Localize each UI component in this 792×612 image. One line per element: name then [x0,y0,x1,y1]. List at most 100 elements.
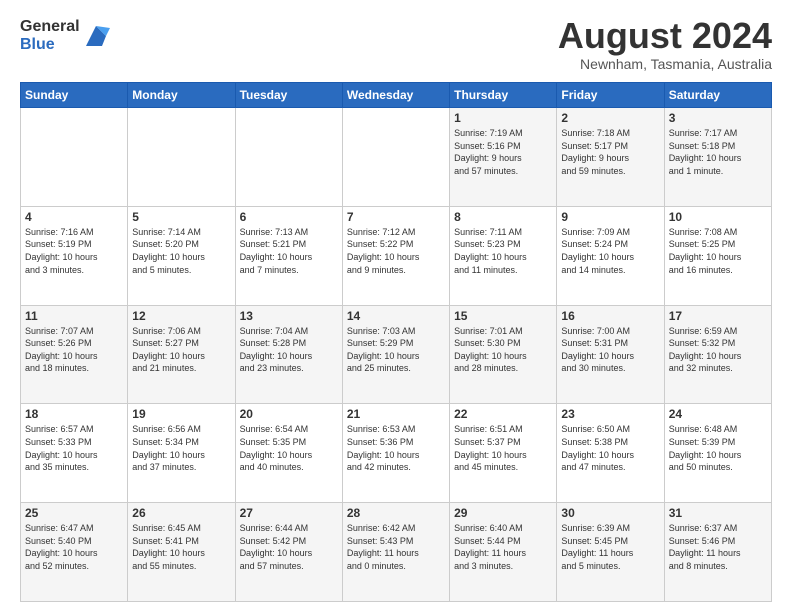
day-cell: 22 Sunrise: 6:51 AM Sunset: 5:37 PM Dayli… [450,404,557,503]
day-number: 8 [454,210,552,224]
day-info: Sunrise: 7:11 AM Sunset: 5:23 PM Dayligh… [454,226,552,276]
day-cell: 30 Sunrise: 6:39 AM Sunset: 5:45 PM Dayli… [557,503,664,602]
day-info: Sunrise: 6:50 AM Sunset: 5:38 PM Dayligh… [561,423,659,473]
day-number: 25 [25,506,123,520]
day-cell [235,108,342,207]
day-info: Sunrise: 7:07 AM Sunset: 5:26 PM Dayligh… [25,325,123,375]
day-cell: 26Sunrise: 6:45 AM Sunset: 5:41 PM Dayli… [128,503,235,602]
day-cell: 10 Sunrise: 7:08 AM Sunset: 5:25 PM Dayli… [664,206,771,305]
day-info: Sunrise: 7:16 AM Sunset: 5:19 PM Dayligh… [25,226,123,276]
day-info: Sunrise: 7:08 AM Sunset: 5:25 PM Dayligh… [669,226,767,276]
day-cell: 12 Sunrise: 7:06 AM Sunset: 5:27 PM Dayli… [128,305,235,404]
day-info: Sunrise: 6:51 AM Sunset: 5:37 PM Dayligh… [454,423,552,473]
day-info: Sunrise: 7:19 AM Sunset: 5:16 PM Dayligh… [454,127,552,177]
day-number: 7 [347,210,445,224]
day-info: Sunrise: 7:13 AM Sunset: 5:21 PM Dayligh… [240,226,338,276]
week-row-1: 4 Sunrise: 7:16 AM Sunset: 5:19 PM Daylig… [21,206,772,305]
day-cell: 2Sunrise: 7:18 AM Sunset: 5:17 PM Daylig… [557,108,664,207]
day-info: Sunrise: 7:17 AM Sunset: 5:18 PM Dayligh… [669,127,767,177]
day-info: Sunrise: 6:47 AM Sunset: 5:40 PM Dayligh… [25,522,123,572]
day-info: Sunrise: 6:48 AM Sunset: 5:39 PM Dayligh… [669,423,767,473]
day-number: 18 [25,407,123,421]
day-number: 16 [561,309,659,323]
day-number: 6 [240,210,338,224]
logo-text: General Blue [20,18,80,53]
day-info: Sunrise: 6:40 AM Sunset: 5:44 PM Dayligh… [454,522,552,572]
logo: General Blue [20,18,110,53]
day-number: 10 [669,210,767,224]
day-number: 26 [132,506,230,520]
day-number: 17 [669,309,767,323]
month-year: August 2024 [558,18,772,54]
day-info: Sunrise: 6:53 AM Sunset: 5:36 PM Dayligh… [347,423,445,473]
day-cell: 28Sunrise: 6:42 AM Sunset: 5:43 PM Dayli… [342,503,449,602]
day-number: 22 [454,407,552,421]
day-info: Sunrise: 6:59 AM Sunset: 5:32 PM Dayligh… [669,325,767,375]
day-number: 23 [561,407,659,421]
day-info: Sunrise: 7:00 AM Sunset: 5:31 PM Dayligh… [561,325,659,375]
header-friday: Friday [557,83,664,108]
day-info: Sunrise: 7:04 AM Sunset: 5:28 PM Dayligh… [240,325,338,375]
day-info: Sunrise: 6:39 AM Sunset: 5:45 PM Dayligh… [561,522,659,572]
day-number: 14 [347,309,445,323]
day-info: Sunrise: 6:44 AM Sunset: 5:42 PM Dayligh… [240,522,338,572]
header-monday: Monday [128,83,235,108]
day-cell: 16 Sunrise: 7:00 AM Sunset: 5:31 PM Dayli… [557,305,664,404]
day-number: 30 [561,506,659,520]
day-info: Sunrise: 7:14 AM Sunset: 5:20 PM Dayligh… [132,226,230,276]
day-cell: 13 Sunrise: 7:04 AM Sunset: 5:28 PM Dayli… [235,305,342,404]
day-number: 2 [561,111,659,125]
day-number: 4 [25,210,123,224]
day-cell: 11Sunrise: 7:07 AM Sunset: 5:26 PM Dayli… [21,305,128,404]
day-number: 19 [132,407,230,421]
day-cell: 8 Sunrise: 7:11 AM Sunset: 5:23 PM Daylig… [450,206,557,305]
day-info: Sunrise: 6:42 AM Sunset: 5:43 PM Dayligh… [347,522,445,572]
day-number: 27 [240,506,338,520]
day-cell: 17 Sunrise: 6:59 AM Sunset: 5:32 PM Dayli… [664,305,771,404]
day-cell: 7Sunrise: 7:12 AM Sunset: 5:22 PM Daylig… [342,206,449,305]
day-info: Sunrise: 6:56 AM Sunset: 5:34 PM Dayligh… [132,423,230,473]
day-number: 5 [132,210,230,224]
header-saturday: Saturday [664,83,771,108]
day-cell: 5 Sunrise: 7:14 AM Sunset: 5:20 PM Daylig… [128,206,235,305]
logo-blue: Blue [20,36,80,54]
day-number: 31 [669,506,767,520]
day-cell: 18 Sunrise: 6:57 AM Sunset: 5:33 PM Dayli… [21,404,128,503]
day-cell: 4 Sunrise: 7:16 AM Sunset: 5:19 PM Daylig… [21,206,128,305]
day-number: 29 [454,506,552,520]
day-cell [21,108,128,207]
day-number: 21 [347,407,445,421]
day-cell: 29 Sunrise: 6:40 AM Sunset: 5:44 PM Dayli… [450,503,557,602]
day-cell: 19 Sunrise: 6:56 AM Sunset: 5:34 PM Dayli… [128,404,235,503]
day-cell: 3 Sunrise: 7:17 AM Sunset: 5:18 PM Daylig… [664,108,771,207]
day-info: Sunrise: 6:57 AM Sunset: 5:33 PM Dayligh… [25,423,123,473]
day-cell: 15Sunrise: 7:01 AM Sunset: 5:30 PM Dayli… [450,305,557,404]
day-cell: 6 Sunrise: 7:13 AM Sunset: 5:21 PM Daylig… [235,206,342,305]
week-row-4: 25 Sunrise: 6:47 AM Sunset: 5:40 PM Dayli… [21,503,772,602]
day-info: Sunrise: 6:54 AM Sunset: 5:35 PM Dayligh… [240,423,338,473]
day-number: 3 [669,111,767,125]
day-info: Sunrise: 7:01 AM Sunset: 5:30 PM Dayligh… [454,325,552,375]
day-cell: 14 Sunrise: 7:03 AM Sunset: 5:29 PM Dayli… [342,305,449,404]
day-cell [342,108,449,207]
day-info: Sunrise: 7:09 AM Sunset: 5:24 PM Dayligh… [561,226,659,276]
week-row-3: 18 Sunrise: 6:57 AM Sunset: 5:33 PM Dayli… [21,404,772,503]
week-row-2: 11Sunrise: 7:07 AM Sunset: 5:26 PM Dayli… [21,305,772,404]
day-info: Sunrise: 6:37 AM Sunset: 5:46 PM Dayligh… [669,522,767,572]
calendar: Sunday Monday Tuesday Wednesday Thursday… [20,82,772,602]
day-number: 12 [132,309,230,323]
day-number: 13 [240,309,338,323]
day-cell: 24Sunrise: 6:48 AM Sunset: 5:39 PM Dayli… [664,404,771,503]
day-info: Sunrise: 7:03 AM Sunset: 5:29 PM Dayligh… [347,325,445,375]
week-row-0: 1Sunrise: 7:19 AM Sunset: 5:16 PM Daylig… [21,108,772,207]
day-cell: 9Sunrise: 7:09 AM Sunset: 5:24 PM Daylig… [557,206,664,305]
day-cell [128,108,235,207]
day-cell: 23 Sunrise: 6:50 AM Sunset: 5:38 PM Dayli… [557,404,664,503]
day-cell: 31 Sunrise: 6:37 AM Sunset: 5:46 PM Dayli… [664,503,771,602]
day-info: Sunrise: 7:06 AM Sunset: 5:27 PM Dayligh… [132,325,230,375]
day-number: 20 [240,407,338,421]
day-cell: 21 Sunrise: 6:53 AM Sunset: 5:36 PM Dayli… [342,404,449,503]
header-thursday: Thursday [450,83,557,108]
page: General Blue August 2024 Newnham, Tasman… [0,0,792,612]
logo-icon [82,22,110,50]
